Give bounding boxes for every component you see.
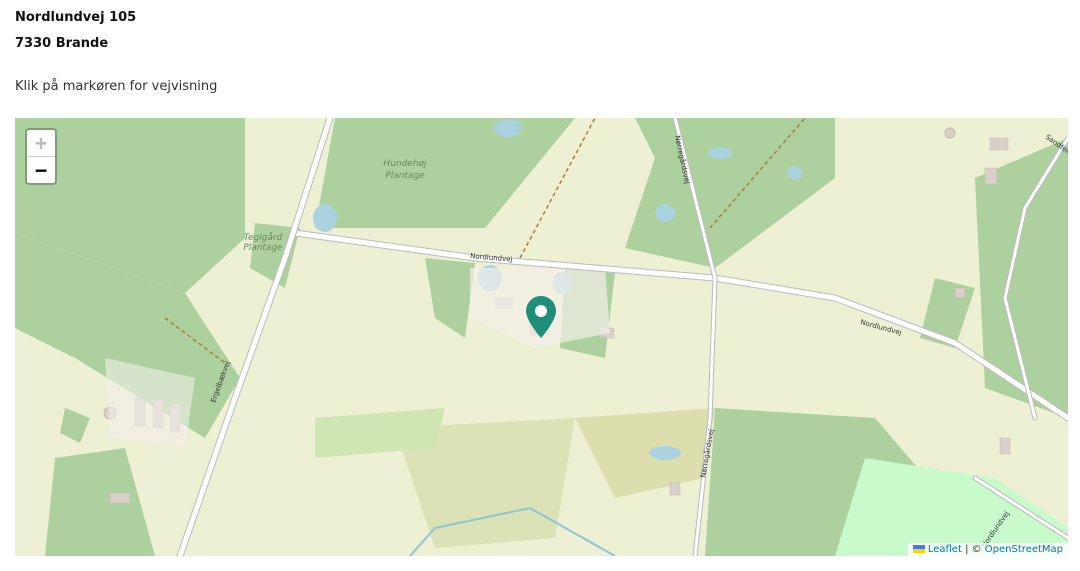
zoom-control: + − <box>25 128 57 185</box>
ukraine-flag-icon <box>912 545 925 553</box>
address-city: 7330 Brande <box>15 36 109 51</box>
label-plantage-2: Plantage <box>243 243 283 253</box>
directions-hint: Klik på markøren for vejvisning <box>15 79 218 94</box>
zoom-out-button[interactable]: − <box>27 157 55 183</box>
map[interactable]: Hundehøj Plantage Teglgård Plantage Nord… <box>15 118 1068 556</box>
label-hundehoj: Hundehøj <box>383 159 427 169</box>
openstreetmap-link[interactable]: OpenStreetMap <box>985 544 1063 555</box>
address-street: Nordlundvej 105 <box>15 10 137 25</box>
zoom-in-button[interactable]: + <box>27 130 55 157</box>
label-plantage-1: Plantage <box>385 171 425 181</box>
leaflet-link[interactable]: Leaflet <box>928 544 962 555</box>
map-attribution: Leaflet | © OpenStreetMap <box>907 543 1068 556</box>
attribution-separator: | © <box>961 544 985 555</box>
location-marker-icon[interactable] <box>524 295 558 339</box>
label-teglgard: Teglgård <box>244 232 283 243</box>
